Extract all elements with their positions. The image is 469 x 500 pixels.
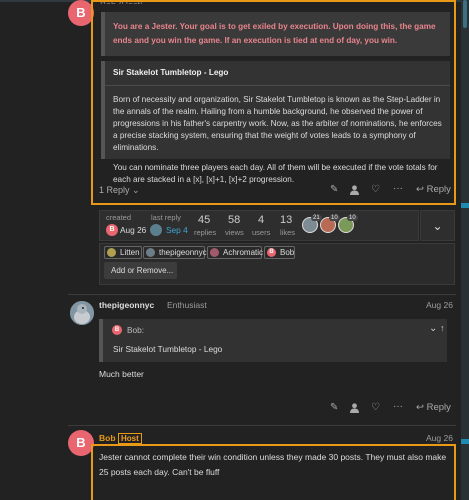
quote-author[interactable]: Bob: xyxy=(127,325,144,335)
admin-wrench-icon[interactable]: ✎ xyxy=(330,402,338,414)
avatar xyxy=(146,248,155,257)
replies-toggle[interactable]: 1 Reply ⌄ xyxy=(99,185,140,196)
users-label: users xyxy=(252,228,271,237)
reply-button[interactable]: ↩ Reply xyxy=(416,402,451,413)
avatar[interactable]: B xyxy=(106,224,118,236)
host-badge: Host xyxy=(118,433,142,444)
arrow-up-icon[interactable]: ↑ xyxy=(440,323,445,333)
heart-icon[interactable]: ♡ xyxy=(371,402,380,414)
post-date[interactable]: Aug 26 xyxy=(426,433,453,443)
views-count: 58 xyxy=(228,214,241,226)
role-card: Sir Stakelot Tumbletop - Lego Born of ne… xyxy=(101,61,450,184)
created-label: created xyxy=(106,213,132,222)
avatar[interactable] xyxy=(70,301,94,325)
pigeon-icon xyxy=(70,301,94,325)
post-date[interactable]: Aug 26 xyxy=(426,300,453,310)
invitee-chip[interactable]: thepigeonnyc xyxy=(143,246,207,259)
quote-block: B Bob: ⌄ ↑ Sir Stakelot Tumbletop - Lego xyxy=(99,319,447,362)
avatar[interactable] xyxy=(150,224,162,236)
expand-topic-map-button[interactable]: ⌄ xyxy=(420,210,455,241)
invitee-chip[interactable]: B Bob xyxy=(264,246,295,259)
more-icon[interactable]: ··· xyxy=(393,401,403,413)
divider xyxy=(68,425,456,426)
admin-wrench-icon[interactable]: ✎ xyxy=(330,184,338,196)
user-icon[interactable] xyxy=(350,185,359,195)
last-reply-label: last reply xyxy=(151,213,182,222)
more-icon[interactable]: ··· xyxy=(393,183,403,195)
avatar[interactable]: B xyxy=(112,325,122,335)
reply-icon: ↩ xyxy=(416,402,424,413)
post-body: Jester cannot complete their win conditi… xyxy=(99,452,447,477)
replies-label: replies xyxy=(194,228,217,237)
reply-icon: ↩ xyxy=(416,184,424,195)
scrollbar-thumb[interactable] xyxy=(463,0,467,28)
invitee-chip[interactable]: Litten xyxy=(104,246,142,259)
add-or-remove-button[interactable]: Add or Remove... xyxy=(104,262,177,279)
user-title: Enthusiast xyxy=(167,300,207,310)
role-goal-text: You are a Jester. Your goal is to get ex… xyxy=(101,12,450,56)
created-date[interactable]: Aug 26 xyxy=(120,225,146,235)
invitee-chip[interactable]: Achromatic xyxy=(207,246,263,259)
post-actions: 1 Reply ⌄ ✎ ♡ ··· ↩ Reply xyxy=(99,183,453,198)
likes-count: 13 xyxy=(280,214,293,226)
heart-icon[interactable]: ♡ xyxy=(371,184,380,196)
chevron-down-icon: ⌄ xyxy=(132,185,140,195)
quote-body: Sir Stakelot Tumbletop - Lego xyxy=(113,344,223,354)
avatar: B xyxy=(267,248,276,257)
chevron-down-icon: ⌄ xyxy=(432,219,443,233)
avatar xyxy=(107,248,116,257)
user-icon[interactable] xyxy=(350,403,359,413)
users-count: 4 xyxy=(258,214,265,226)
scroll-marker xyxy=(461,203,469,208)
views-label: views xyxy=(225,228,244,237)
scroll-marker xyxy=(461,439,469,444)
chevron-down-icon[interactable]: ⌄ xyxy=(429,323,437,334)
role-card-description: Born of necessity and organization, Sir … xyxy=(113,95,442,152)
reply-button[interactable]: ↩ Reply xyxy=(416,184,451,195)
post-author[interactable]: Bob xyxy=(99,433,116,443)
post-author[interactable]: thepigeonnyc xyxy=(99,300,154,310)
post-body: Much better xyxy=(99,369,144,379)
avatar xyxy=(210,248,219,257)
scrollbar-track[interactable] xyxy=(461,0,469,500)
likes-label: likes xyxy=(280,228,296,237)
topic-map: created B Aug 26 last reply Sep 4 45 rep… xyxy=(99,210,419,241)
participant-post-count: 10 xyxy=(347,215,358,221)
last-reply-date[interactable]: Sep 4 xyxy=(166,225,188,235)
role-card-title: Sir Stakelot Tumbletop - Lego xyxy=(105,67,450,86)
replies-count: 45 xyxy=(198,214,211,226)
divider xyxy=(68,294,456,295)
